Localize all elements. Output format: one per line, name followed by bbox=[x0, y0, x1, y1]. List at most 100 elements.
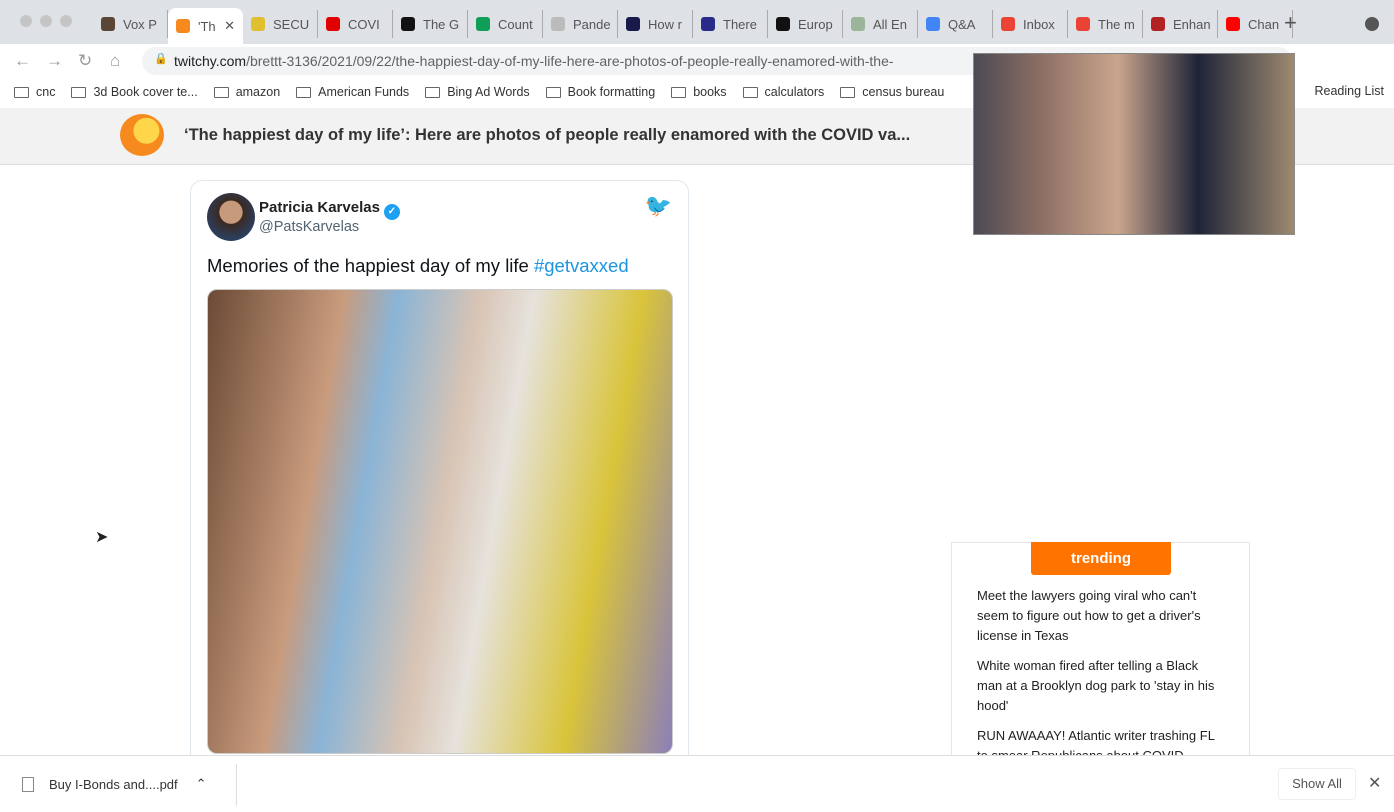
tab-title: Chan bbox=[1248, 16, 1280, 32]
folder-icon bbox=[545, 86, 561, 98]
favicon-icon bbox=[176, 19, 190, 33]
trending-box: trending Meet the lawyers going viral wh… bbox=[951, 542, 1250, 772]
avatar[interactable] bbox=[207, 193, 255, 241]
reload-icon[interactable]: ↻ bbox=[78, 51, 92, 71]
back-icon[interactable]: ← bbox=[14, 51, 31, 71]
bookmark-label: cnc bbox=[36, 85, 56, 99]
favicon-icon bbox=[1076, 17, 1090, 31]
bookmark-folder[interactable]: Book formatting bbox=[545, 85, 656, 99]
forward-icon[interactable]: → bbox=[46, 51, 63, 71]
tab[interactable]: Q&A bbox=[918, 10, 993, 38]
divider bbox=[236, 764, 237, 806]
bookmark-folder[interactable]: Bing Ad Words bbox=[425, 85, 530, 99]
bookmark-label: 3d Book cover te... bbox=[93, 85, 198, 99]
tab-title: Pande bbox=[573, 16, 611, 32]
twitter-bird-icon[interactable]: 🐦 bbox=[645, 193, 672, 219]
bookmark-folder[interactable]: census bureau bbox=[840, 85, 944, 99]
bookmark-folder[interactable]: amazon bbox=[213, 85, 280, 99]
tab-title: COVI bbox=[348, 16, 380, 32]
tab-title: 'Th bbox=[198, 18, 216, 34]
bookmark-label: books bbox=[693, 85, 727, 99]
tab[interactable]: COVI bbox=[318, 10, 393, 38]
window-controls[interactable] bbox=[20, 15, 72, 27]
favicon-icon bbox=[926, 17, 940, 31]
favicon-icon bbox=[401, 17, 415, 31]
tab-search-icon[interactable] bbox=[1365, 17, 1379, 31]
new-tab-button[interactable]: + bbox=[1284, 10, 1297, 36]
show-all-button[interactable]: Show All bbox=[1278, 768, 1356, 800]
tab-title: The m bbox=[1098, 16, 1135, 32]
tab[interactable]: All En bbox=[843, 10, 918, 38]
tab-title: How r bbox=[648, 16, 682, 32]
tab[interactable]: Count bbox=[468, 10, 543, 38]
reading-list-button[interactable]: Reading List bbox=[1315, 84, 1385, 98]
favicon-icon bbox=[101, 17, 115, 31]
embedded-tweet[interactable]: Patricia Karvelas ✓ @PatsKarvelas 🐦 Memor… bbox=[190, 180, 689, 780]
home-icon[interactable]: ⌂ bbox=[110, 51, 120, 71]
author-name: Patricia Karvelas bbox=[259, 199, 380, 216]
favicon-icon bbox=[1151, 17, 1165, 31]
bookmark-folder[interactable]: cnc bbox=[14, 85, 55, 99]
tab[interactable]: Pande bbox=[543, 10, 618, 38]
favicon-icon bbox=[1226, 17, 1240, 31]
tab[interactable]: Europ bbox=[768, 10, 843, 38]
tab-title: Enhan bbox=[1173, 16, 1211, 32]
tab-title: Vox P bbox=[123, 16, 157, 32]
trending-label: trending bbox=[1031, 542, 1171, 575]
download-item[interactable]: Buy I-Bonds and....pdf ⌃ bbox=[22, 776, 207, 792]
tab[interactable]: There bbox=[693, 10, 768, 38]
favicon-icon bbox=[326, 17, 340, 31]
trending-item[interactable]: Meet the lawyers going viral who can't s… bbox=[977, 586, 1217, 646]
tab[interactable]: 'Th ✕ bbox=[168, 8, 243, 44]
folder-icon bbox=[425, 86, 441, 98]
mouse-cursor-icon: ➤ bbox=[95, 529, 109, 546]
close-tab-icon[interactable]: ✕ bbox=[224, 18, 235, 34]
tab-title: All En bbox=[873, 16, 907, 32]
tweet-author[interactable]: Patricia Karvelas ✓ bbox=[259, 199, 400, 220]
bookmark-folder[interactable]: 3d Book cover te... bbox=[71, 85, 198, 99]
verified-icon: ✓ bbox=[383, 204, 400, 220]
tab-title: SECU bbox=[273, 16, 310, 32]
bookmark-folder[interactable]: calculators bbox=[742, 85, 825, 99]
bookmark-label: Bing Ad Words bbox=[447, 85, 530, 99]
tab-title: Inbox bbox=[1023, 16, 1055, 32]
tab-title: Q&A bbox=[948, 16, 976, 32]
tab[interactable]: Chan bbox=[1218, 10, 1293, 38]
hashtag-link[interactable]: #getvaxxed bbox=[534, 255, 629, 276]
favicon-icon bbox=[251, 17, 265, 31]
download-bar: Buy I-Bonds and....pdf ⌃ Show All ✕ bbox=[0, 755, 1394, 812]
tab[interactable]: The G bbox=[393, 10, 468, 38]
tab-title: Count bbox=[498, 16, 533, 32]
bookmark-folder[interactable]: American Funds bbox=[296, 85, 409, 99]
bookmark-label: Book formatting bbox=[567, 85, 656, 99]
tab[interactable]: Inbox bbox=[993, 10, 1068, 38]
tab[interactable]: SECU bbox=[243, 10, 318, 38]
favicon-icon bbox=[701, 17, 715, 31]
bookmark-label: census bureau bbox=[862, 85, 945, 99]
folder-icon bbox=[671, 86, 687, 98]
tab[interactable]: Vox P bbox=[93, 10, 168, 38]
folder-icon bbox=[742, 86, 758, 98]
bookmark-folder[interactable]: books bbox=[671, 85, 727, 99]
lock-icon: 🔒 bbox=[154, 53, 168, 65]
tab[interactable]: How r bbox=[618, 10, 693, 38]
trending-item[interactable]: White woman fired after telling a Black … bbox=[977, 656, 1217, 716]
tab[interactable]: Enhan bbox=[1143, 10, 1218, 38]
bookmark-label: calculators bbox=[764, 85, 825, 99]
pdf-file-icon bbox=[22, 776, 34, 792]
tweet-handle[interactable]: @PatsKarvelas bbox=[259, 219, 359, 235]
favicon-icon bbox=[476, 17, 490, 31]
folder-icon bbox=[14, 86, 29, 98]
download-filename: Buy I-Bonds and....pdf bbox=[49, 776, 178, 792]
favicon-icon bbox=[851, 17, 865, 31]
favicon-icon bbox=[626, 17, 640, 31]
tab-bar: Vox P 'Th ✕ SECU COVI The G Count Pande How r The… bbox=[0, 0, 1394, 44]
article-title[interactable]: ‘The happiest day of my life’: Here are … bbox=[184, 126, 910, 145]
tab[interactable]: The m bbox=[1068, 10, 1143, 38]
folder-icon bbox=[296, 86, 312, 98]
close-icon[interactable]: ✕ bbox=[1368, 773, 1381, 793]
tweet-photo[interactable] bbox=[207, 289, 673, 754]
twitchy-logo[interactable] bbox=[120, 114, 164, 156]
chevron-up-icon[interactable]: ⌃ bbox=[196, 776, 207, 792]
folder-icon bbox=[213, 86, 229, 98]
